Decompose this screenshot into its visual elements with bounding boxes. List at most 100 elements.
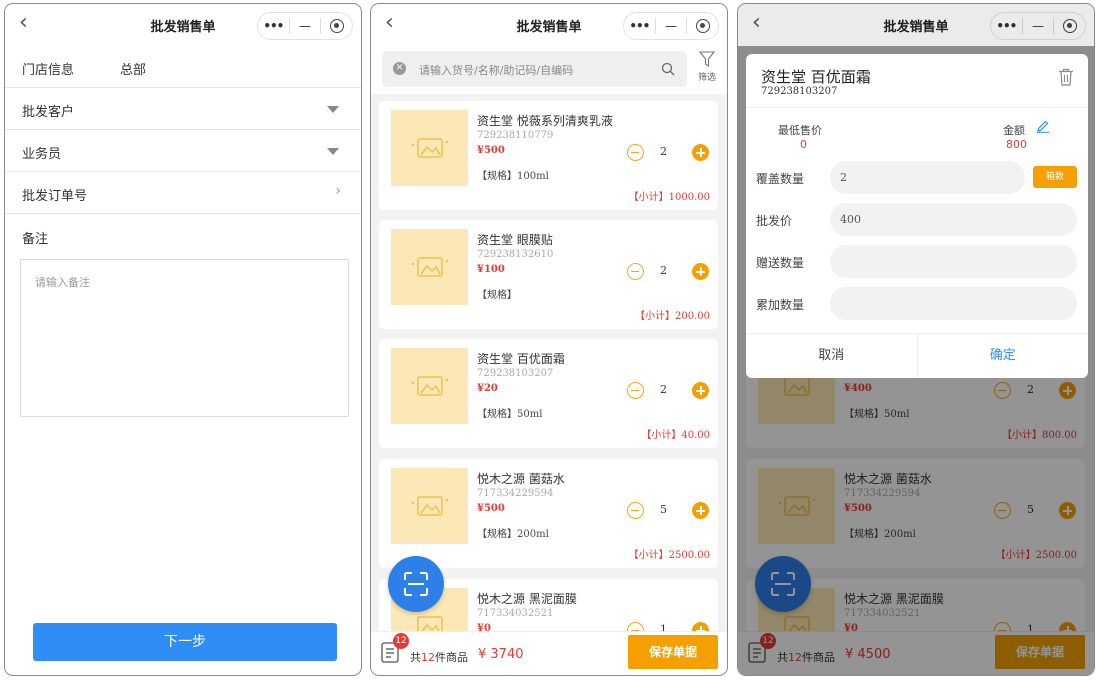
- salesman-select[interactable]: 业务员: [5, 130, 361, 172]
- mini-program-capsule: ••• —: [623, 12, 719, 40]
- quantity: 5: [660, 503, 667, 516]
- total-amount: ¥ 3740: [478, 647, 524, 662]
- customer-select[interactable]: 批发客户: [5, 88, 361, 130]
- count-badge: 12: [393, 633, 409, 649]
- store-row: 门店信息 总部: [5, 46, 361, 88]
- product-price: ¥100: [477, 264, 505, 275]
- cancel-button[interactable]: 取消: [746, 334, 918, 378]
- product-spec: 【规格】: [477, 290, 517, 301]
- wholesale-price-input[interactable]: 400: [830, 203, 1077, 236]
- trash-icon[interactable]: [1058, 68, 1074, 90]
- product-name: 悦木之源 菌菇水: [477, 472, 565, 486]
- product-code: 729238103207: [477, 368, 554, 379]
- product-card[interactable]: 资生堂 眼膜贴 729238132610 ¥100 【规格】 2 【小计】200…: [379, 220, 718, 329]
- gift-qty-input[interactable]: [830, 245, 1077, 278]
- amount-value: 800: [1006, 138, 1027, 151]
- mini-program-capsule: ••• —: [257, 12, 353, 40]
- product-code: 717334032521: [477, 608, 554, 619]
- image-placeholder-icon: [391, 348, 468, 424]
- clear-icon[interactable]: ✕: [393, 62, 406, 75]
- add-qty-label: 累加数量: [756, 298, 805, 312]
- store-value: 总部: [120, 63, 147, 78]
- product-code: 729238132610: [477, 249, 554, 260]
- caret-down-icon: [327, 106, 339, 113]
- minus-icon[interactable]: [627, 144, 644, 161]
- add-qty-input[interactable]: [830, 287, 1077, 320]
- cover-qty-label: 覆盖数量: [756, 172, 805, 186]
- plus-icon[interactable]: [692, 382, 709, 399]
- edit-item-dialog: 资生堂 百优面霜 729238103207 最低售价 0 金额 800 覆盖数量…: [746, 54, 1088, 378]
- memo-placeholder: 请输入备注: [35, 276, 90, 289]
- chevron-right-icon: ›: [335, 183, 341, 199]
- minimize-icon[interactable]: —: [656, 19, 687, 33]
- memo-input[interactable]: 请输入备注: [20, 259, 349, 417]
- product-price: ¥20: [477, 383, 498, 394]
- image-placeholder-icon: [391, 468, 468, 544]
- memo-label: 备注: [22, 232, 49, 247]
- item-count-text: 共12件商品: [410, 651, 468, 664]
- cover-qty-input[interactable]: 2: [830, 161, 1025, 194]
- product-card[interactable]: 资生堂 悦薇系列清爽乳液 729238110779 ¥500 【规格】100ml…: [379, 101, 718, 210]
- search-placeholder: 请输入货号/名称/助记码/自编码: [419, 64, 574, 77]
- min-price-value: 0: [800, 138, 807, 151]
- plus-icon[interactable]: [692, 502, 709, 519]
- product-code: 729238110779: [477, 130, 554, 141]
- quantity: 2: [660, 264, 667, 277]
- product-name: 资生堂 悦薇系列清爽乳液: [477, 114, 613, 128]
- filter-icon: [698, 51, 716, 68]
- box-count-button[interactable]: 箱数: [1033, 166, 1077, 188]
- edit-icon[interactable]: [1036, 118, 1050, 137]
- nav-bar: ‹ 批发销售单 ••• —: [5, 4, 361, 46]
- plus-icon[interactable]: [692, 263, 709, 280]
- dialog-code: 729238103207: [761, 86, 838, 97]
- plus-icon[interactable]: [692, 144, 709, 161]
- product-price: ¥500: [477, 145, 505, 156]
- min-price-label: 最低售价: [778, 124, 822, 137]
- product-spec: 【规格】200ml: [477, 529, 549, 540]
- salesman-label: 业务员: [22, 147, 62, 162]
- screen-edit-dialog: ‹ 批发销售单 ••• — ¥400 【规格】50ml 2 【小计】800.00…: [737, 3, 1095, 676]
- product-name: 资生堂 眼膜贴: [477, 233, 553, 247]
- search-input[interactable]: ✕ 请输入货号/名称/助记码/自编码: [382, 51, 687, 87]
- dialog-footer: 取消 确定: [746, 333, 1088, 378]
- product-price: ¥500: [477, 503, 505, 514]
- more-icon[interactable]: •••: [624, 19, 655, 33]
- wholesale-price-label: 批发价: [756, 214, 793, 228]
- quantity: 2: [660, 383, 667, 396]
- image-placeholder-icon: [391, 110, 468, 186]
- store-label: 门店信息: [22, 63, 75, 78]
- scan-icon: [404, 572, 428, 596]
- product-spec: 【规格】50ml: [477, 409, 543, 420]
- caret-down-icon: [327, 148, 339, 155]
- nav-dim: [738, 4, 1094, 46]
- product-name: 悦木之源 黑泥面膜: [477, 592, 577, 606]
- product-card[interactable]: 资生堂 百优面霜 729238103207 ¥20 【规格】50ml 2 【小计…: [379, 339, 718, 448]
- customer-label: 批发客户: [22, 105, 75, 120]
- minus-icon[interactable]: [627, 382, 644, 399]
- order-no-label: 批发订单号: [22, 189, 88, 204]
- filter-label: 筛选: [697, 73, 716, 83]
- more-icon[interactable]: •••: [258, 19, 289, 33]
- nav-bar: ‹ 批发销售单 ••• —: [371, 4, 727, 46]
- subtotal: 【小计】200.00: [635, 311, 710, 322]
- subtotal: 【小计】40.00: [641, 430, 710, 441]
- target-icon[interactable]: [321, 19, 352, 34]
- next-button[interactable]: 下一步: [33, 623, 337, 661]
- minus-icon[interactable]: [627, 502, 644, 519]
- search-icon[interactable]: [661, 61, 675, 80]
- bottom-bar: 12 共12件商品 ¥ 3740 保存单据: [371, 631, 727, 675]
- filter-button[interactable]: 筛选: [695, 50, 719, 83]
- target-icon[interactable]: [687, 19, 718, 34]
- image-placeholder-icon: [391, 229, 468, 305]
- minimize-icon[interactable]: —: [290, 19, 321, 33]
- scan-button[interactable]: [388, 556, 444, 612]
- order-no-row[interactable]: 批发订单号 ›: [5, 172, 361, 214]
- screen-order-form: ‹ 批发销售单 ••• — 门店信息 总部 批发客户 业务员 批发订单号 › 备…: [4, 3, 362, 676]
- product-name: 资生堂 百优面霜: [477, 352, 565, 366]
- amount-label: 金额: [1003, 124, 1025, 137]
- save-button[interactable]: 保存单据: [628, 635, 718, 669]
- search-bar: ✕ 请输入货号/名称/助记码/自编码 筛选: [371, 46, 727, 94]
- product-card[interactable]: 悦木之源 菌菇水 717334229594 ¥500 【规格】200ml 5 【…: [379, 459, 718, 568]
- minus-icon[interactable]: [627, 263, 644, 280]
- confirm-button[interactable]: 确定: [918, 334, 1089, 378]
